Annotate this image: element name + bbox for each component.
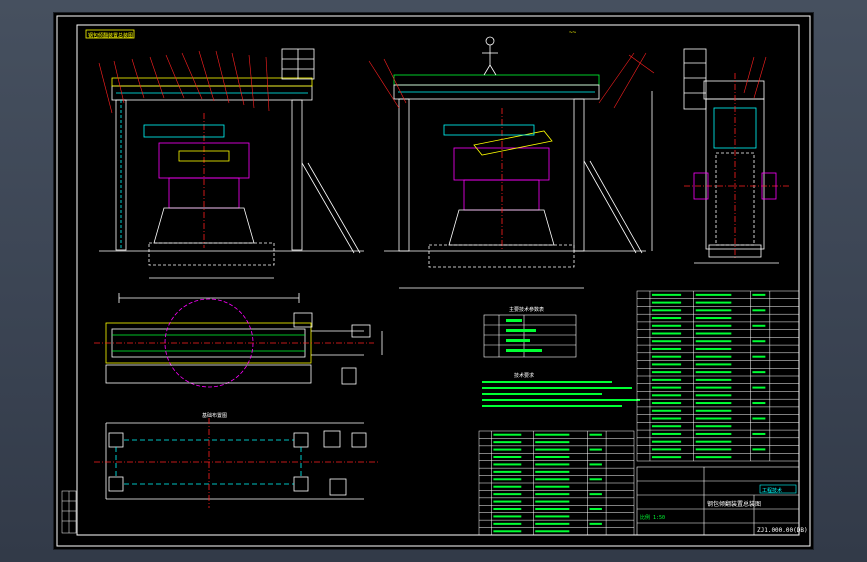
drawing-sheet[interactable]: 钢包倾翻装置总装图 ~~ 基础布置图 主要技术参数表 技术要求 工程技术 钢包倾… [54,13,813,549]
cad-drawing-canvas: 钢包倾翻装置总装图 ~~ 基础布置图 主要技术参数表 技术要求 工程技术 钢包倾… [56,15,811,547]
leaders-middle [368,52,647,109]
technical-parameters-table: 主要技术参数表 [483,306,577,358]
outer-border [56,15,811,547]
top-dimension-mark: ~~ [569,29,577,36]
stamp-label: 钢包倾翻装置总装图 [88,32,133,39]
parts-list-lower [478,430,635,536]
parameters-title: 主要技术参数表 [509,306,544,313]
title-block-company: 工程技术 [762,487,782,494]
foundation-view [94,418,379,508]
front-view-middle [384,36,653,289]
leaders-right [628,54,767,99]
revision-strip [61,490,77,534]
parts-list-right [636,290,800,462]
cad-viewport[interactable]: 钢包倾翻装置总装图 ~~ 基础布置图 主要技术参数表 技术要求 工程技术 钢包倾… [0,0,867,562]
inner-frame [76,24,800,536]
leaders-left [98,50,270,114]
side-view-right [683,48,789,264]
title-block-scale: 比例 1:50 [640,514,665,521]
notes-title: 技术要求 [514,372,534,379]
title-block: 工程技术 钢包倾翻装置总装图 比例 1:50 ZJ1.000.00(DB) [636,466,808,536]
front-view-left [99,48,364,303]
foundation-view-label: 基础布置图 [202,412,227,419]
technical-notes [482,381,640,407]
title-block-name: 钢包倾翻装置总装图 [707,500,761,508]
title-block-drawing-number: ZJ1.000.00(DB) [757,527,808,534]
plan-view [94,298,383,388]
